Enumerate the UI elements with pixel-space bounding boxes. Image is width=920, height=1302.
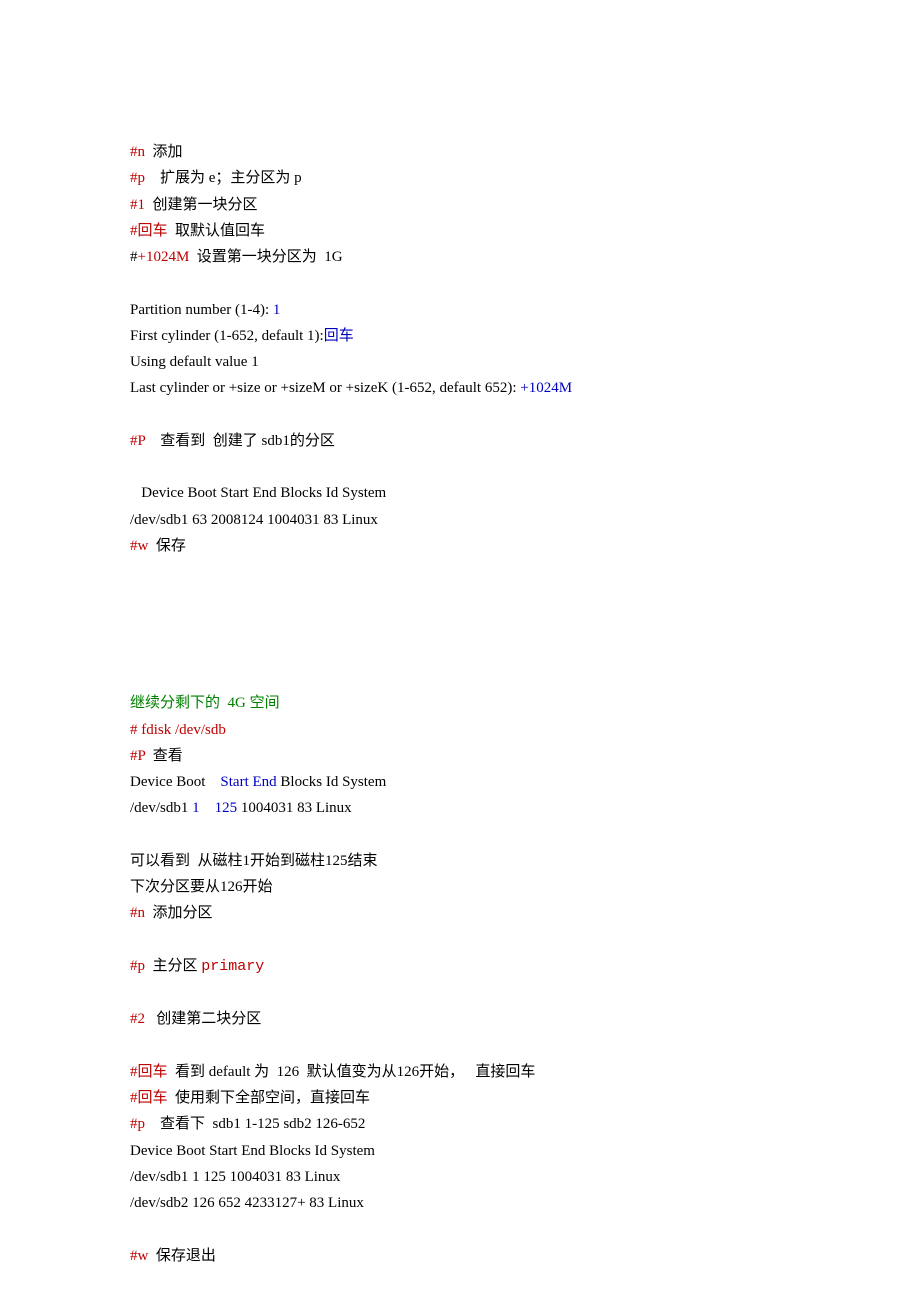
text-line: #p 扩展为 e；主分区为 p — [130, 165, 790, 191]
prompt: First cylinder (1-652, default 1): — [130, 328, 324, 344]
text-line: /dev/sdb1 63 2008124 1004031 83 Linux — [130, 507, 790, 533]
cmd: #P — [130, 748, 145, 764]
text-line: 可以看到 从磁柱1开始到磁柱125结束 — [130, 848, 790, 874]
col-head-hl: Start End — [220, 774, 276, 790]
input-val: 1 — [273, 302, 281, 318]
desc: 直接回车 — [464, 1064, 535, 1080]
text-line: Using default value 1 — [130, 349, 790, 375]
prompt: Partition number (1-4): — [130, 302, 273, 318]
hash: # — [130, 249, 138, 265]
text-line: #+1024M 设置第一块分区为 1G — [130, 244, 790, 270]
col-head: Blocks Id System — [277, 774, 387, 790]
desc: 设置第一块分区为 1G — [189, 249, 342, 265]
desc: 创建第一块分区 — [145, 197, 258, 213]
desc: 看到 default 为 126 默认值变为从126开始， — [168, 1064, 465, 1080]
text-line: #n 添加 — [130, 139, 790, 165]
text-line: 继续分剩下的 4G 空间 — [130, 690, 790, 716]
blank-line — [130, 927, 790, 953]
desc: 创建第二块分区 — [145, 1011, 261, 1027]
cmd: #2 — [130, 1011, 145, 1027]
cmd: #回车 — [130, 1090, 168, 1106]
blank-line — [130, 454, 790, 480]
desc: 取默认值回车 — [168, 223, 266, 239]
blank-line — [130, 980, 790, 1006]
blank-line — [130, 585, 790, 611]
cmd: #p — [130, 170, 145, 186]
text-line: #P 查看到 创建了 sdb1的分区 — [130, 428, 790, 454]
text-line: #w 保存 — [130, 533, 790, 559]
desc: 主分区 — [145, 958, 201, 974]
blank-line — [130, 1033, 790, 1059]
cmd: #p — [130, 1116, 145, 1132]
desc: 保存退出 — [148, 1248, 216, 1264]
cmd: #回车 — [130, 1064, 168, 1080]
row: 1004031 83 Linux — [237, 800, 352, 816]
desc: 查看下 sdb1 1-125 sdb2 126-652 — [145, 1116, 365, 1132]
desc: 查看到 创建了 sdb1的分区 — [145, 433, 335, 449]
blank-line — [130, 638, 790, 664]
blank-line — [130, 664, 790, 690]
text-line: #w 保存退出 — [130, 1243, 790, 1269]
desc: 使用剩下全部空间，直接回车 — [168, 1090, 371, 1106]
text-line: #回车 看到 default 为 126 默认值变为从126开始， 直接回车 — [130, 1059, 790, 1085]
cmd: #n — [130, 905, 145, 921]
blank-line — [130, 402, 790, 428]
desc: 查看 — [145, 748, 183, 764]
text-line: #1 创建第一块分区 — [130, 192, 790, 218]
text-line: First cylinder (1-652, default 1):回车 — [130, 323, 790, 349]
text-line: #回车 使用剩下全部空间，直接回车 — [130, 1085, 790, 1111]
cmd: #w — [130, 1248, 148, 1264]
input-val: +1024M — [520, 380, 572, 396]
desc: 添加分区 — [145, 905, 213, 921]
desc: 保存 — [148, 538, 186, 554]
text-line: #p 主分区 primary — [130, 953, 790, 980]
text-line: #n 添加分区 — [130, 900, 790, 926]
blank-line — [130, 822, 790, 848]
text-line: Device Boot Start End Blocks Id System — [130, 480, 790, 506]
text-line: /dev/sdb1 1 125 1004031 83 Linux — [130, 795, 790, 821]
text-line: Partition number (1-4): 1 — [130, 297, 790, 323]
row-hl: 1 125 — [192, 800, 237, 816]
blank-line — [130, 612, 790, 638]
blank-line — [130, 559, 790, 585]
text-line: #回车 取默认值回车 — [130, 218, 790, 244]
text-line: Last cylinder or +size or +sizeM or +siz… — [130, 375, 790, 401]
text-line: #P 查看 — [130, 743, 790, 769]
text-line: Device Boot Start End Blocks Id System — [130, 769, 790, 795]
prompt: Last cylinder or +size or +sizeM or +siz… — [130, 380, 520, 396]
text-line: /dev/sdb1 1 125 1004031 83 Linux — [130, 1164, 790, 1190]
text-line: Device Boot Start End Blocks Id System — [130, 1138, 790, 1164]
col-head: Device Boot — [130, 774, 220, 790]
cmd: +1024M — [138, 249, 190, 265]
text-line: /dev/sdb2 126 652 4233127+ 83 Linux — [130, 1190, 790, 1216]
mono: primary — [201, 958, 264, 975]
cmd: #1 — [130, 197, 145, 213]
cmd: #p — [130, 958, 145, 974]
cmd: #回车 — [130, 223, 168, 239]
desc: 添加 — [145, 144, 183, 160]
cmd: #n — [130, 144, 145, 160]
cmd: #P — [130, 433, 145, 449]
text-line: #p 查看下 sdb1 1-125 sdb2 126-652 — [130, 1111, 790, 1137]
desc: 扩展为 e；主分区为 p — [145, 170, 302, 186]
document-page: #n 添加 #p 扩展为 e；主分区为 p #1 创建第一块分区 #回车 取默认… — [0, 0, 920, 1302]
text-line: #2 创建第二块分区 — [130, 1006, 790, 1032]
blank-line — [130, 1216, 790, 1242]
input-val: 回车 — [324, 328, 354, 344]
cmd: #w — [130, 538, 148, 554]
blank-line — [130, 270, 790, 296]
row: /dev/sdb1 — [130, 800, 192, 816]
text-line: # fdisk /dev/sdb — [130, 717, 790, 743]
text-line: 下次分区要从126开始 — [130, 874, 790, 900]
